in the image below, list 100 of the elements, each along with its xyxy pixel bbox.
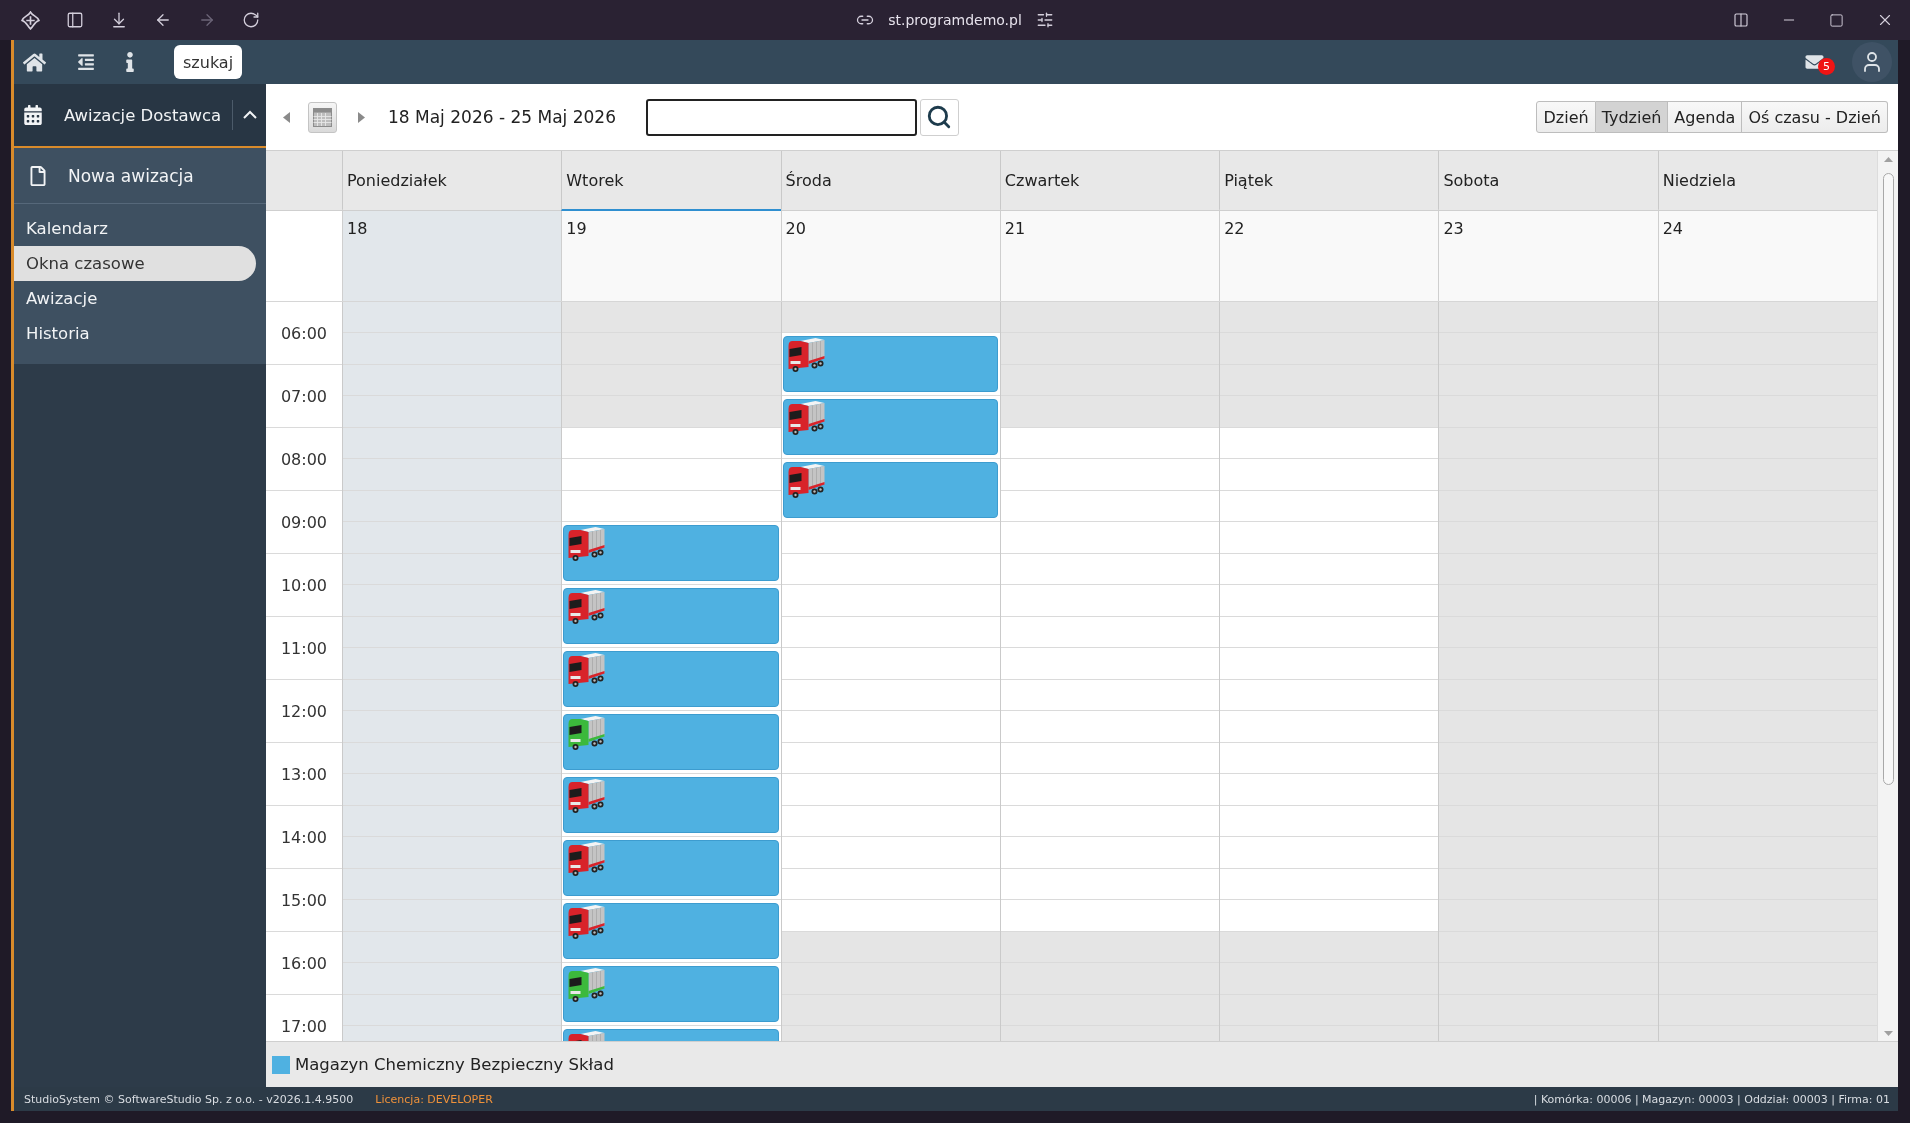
time-slot[interactable]: [343, 365, 562, 396]
time-slot[interactable]: [1439, 806, 1658, 837]
time-slot[interactable]: [1439, 774, 1658, 806]
time-slot[interactable]: [1439, 680, 1658, 711]
delivery-event[interactable]: [563, 714, 779, 770]
time-slot[interactable]: [343, 396, 562, 428]
time-slot[interactable]: [1658, 963, 1877, 995]
time-slot[interactable]: [1439, 617, 1658, 648]
home-icon[interactable]: [23, 51, 46, 73]
time-slot[interactable]: [1000, 932, 1220, 963]
search-button[interactable]: szukaj: [174, 45, 243, 79]
delivery-event[interactable]: [563, 651, 779, 707]
sidebar-item[interactable]: Kalendarz: [14, 211, 256, 246]
scrollbar-track[interactable]: [1877, 151, 1898, 1041]
time-slot[interactable]: [1658, 648, 1877, 680]
delivery-event[interactable]: [563, 777, 779, 833]
time-slot[interactable]: [1658, 554, 1877, 585]
browser-logo-icon[interactable]: [21, 10, 40, 30]
user-avatar-icon[interactable]: [1852, 42, 1892, 82]
back-icon[interactable]: [154, 11, 172, 29]
time-slot[interactable]: [1220, 963, 1439, 995]
split-view-icon[interactable]: [1733, 12, 1749, 28]
time-slot[interactable]: [1658, 459, 1877, 491]
time-slot[interactable]: [1658, 522, 1877, 554]
delivery-event[interactable]: [563, 903, 779, 959]
time-slot[interactable]: [1658, 932, 1877, 963]
delivery-event[interactable]: [563, 840, 779, 896]
scrollbar-thumb[interactable]: [1882, 173, 1894, 785]
sidebar-item[interactable]: Okna czasowe: [14, 246, 256, 281]
url-text[interactable]: st.programdemo.pl: [888, 12, 1022, 28]
time-slot[interactable]: [1439, 396, 1658, 428]
sliders-icon[interactable]: [1035, 11, 1054, 29]
time-slot[interactable]: [1439, 869, 1658, 900]
time-slot[interactable]: [1439, 459, 1658, 491]
time-slot[interactable]: [1439, 491, 1658, 522]
time-slot[interactable]: [1439, 995, 1658, 1026]
view-tab[interactable]: Agenda: [1668, 101, 1743, 133]
time-slot[interactable]: [1220, 396, 1439, 428]
time-slot[interactable]: [1439, 522, 1658, 554]
delivery-event[interactable]: [563, 525, 779, 581]
time-slot[interactable]: [1439, 963, 1658, 995]
info-icon[interactable]: [126, 52, 134, 72]
time-slot[interactable]: [1220, 365, 1439, 396]
time-slot[interactable]: [1439, 333, 1658, 365]
reload-icon[interactable]: [242, 11, 260, 29]
calendar-picker-button[interactable]: [308, 101, 337, 133]
time-slot[interactable]: [1439, 932, 1658, 963]
time-slot[interactable]: [1658, 774, 1877, 806]
search-submit-button[interactable]: [919, 98, 959, 136]
time-slot[interactable]: [1000, 995, 1220, 1026]
maximize-icon[interactable]: [1829, 12, 1844, 28]
time-slot[interactable]: [1439, 900, 1658, 932]
time-slot[interactable]: [1658, 428, 1877, 459]
time-slot[interactable]: [1220, 302, 1439, 333]
time-slot[interactable]: [1439, 648, 1658, 680]
time-slot[interactable]: [343, 459, 562, 491]
time-slot[interactable]: [1658, 333, 1877, 365]
time-slot[interactable]: [1658, 302, 1877, 333]
delivery-event[interactable]: [782, 462, 998, 518]
delivery-event[interactable]: [563, 966, 779, 1022]
time-slot[interactable]: [1439, 711, 1658, 743]
search-field[interactable]: [645, 98, 917, 136]
time-slot[interactable]: [1658, 995, 1877, 1026]
sidebar-section-header[interactable]: Awizacje Dostawca: [14, 84, 266, 148]
time-slot[interactable]: [1658, 869, 1877, 900]
delivery-event[interactable]: [563, 588, 779, 644]
time-slot[interactable]: [1439, 585, 1658, 617]
delivery-event[interactable]: [782, 336, 998, 392]
time-slot[interactable]: [1658, 743, 1877, 774]
view-tab[interactable]: Tydzień: [1595, 101, 1669, 133]
sidebar-item[interactable]: Historia: [14, 316, 256, 351]
time-slot[interactable]: [1658, 617, 1877, 648]
caret-left-icon[interactable]: [283, 111, 290, 123]
time-slot[interactable]: [1220, 932, 1439, 963]
time-slot[interactable]: [343, 333, 562, 365]
time-slot[interactable]: [343, 302, 562, 333]
time-slot[interactable]: [1439, 743, 1658, 774]
time-slot[interactable]: [1658, 396, 1877, 428]
mail-icon[interactable]: [1803, 53, 1826, 71]
time-slot[interactable]: [1439, 428, 1658, 459]
time-slot[interactable]: [1658, 680, 1877, 711]
outdent-icon[interactable]: [76, 53, 96, 71]
scroll-up-icon[interactable]: [1883, 157, 1893, 162]
time-slot[interactable]: [1658, 837, 1877, 869]
download-icon[interactable]: [110, 11, 128, 29]
scroll-down-icon[interactable]: [1883, 1031, 1893, 1036]
time-slot[interactable]: [1439, 365, 1658, 396]
delivery-event[interactable]: [782, 399, 998, 455]
view-tab[interactable]: Oś czasu - Dzień: [1742, 101, 1888, 133]
time-slot[interactable]: [1658, 900, 1877, 932]
caret-right-icon[interactable]: [358, 111, 365, 123]
view-tab[interactable]: Dzień: [1536, 101, 1596, 133]
sidebar-toggle-icon[interactable]: [66, 11, 84, 29]
time-slot[interactable]: [1000, 963, 1220, 995]
time-slot[interactable]: [1220, 333, 1439, 365]
time-slot[interactable]: [1439, 837, 1658, 869]
time-slot[interactable]: [1658, 491, 1877, 522]
time-slot[interactable]: [1658, 365, 1877, 396]
time-slot[interactable]: [1439, 554, 1658, 585]
time-slot[interactable]: [1439, 302, 1658, 333]
